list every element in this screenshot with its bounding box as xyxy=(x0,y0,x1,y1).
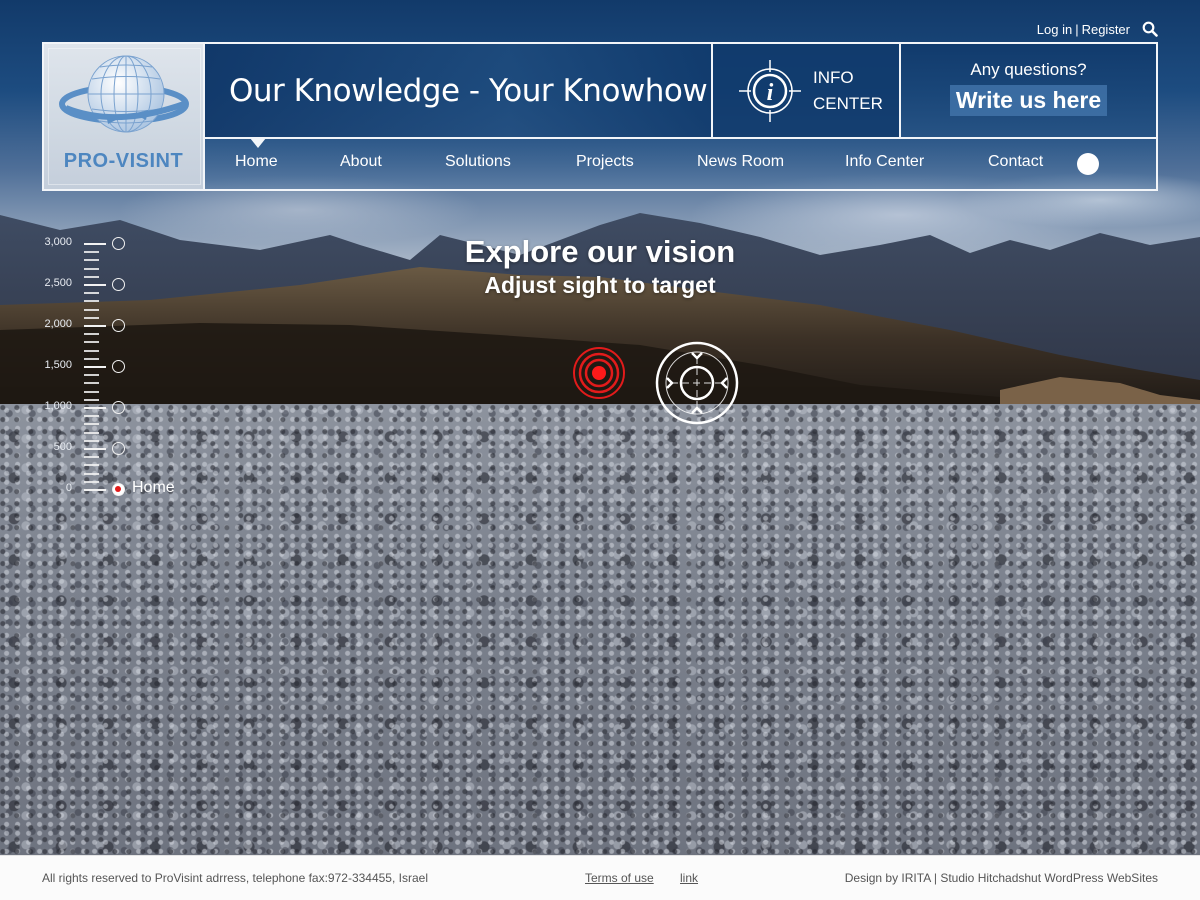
scale-label-500: 500 xyxy=(53,441,72,453)
scale-stop-1000[interactable] xyxy=(112,401,125,414)
target-icon[interactable] xyxy=(571,345,627,401)
altitude-scale: 3,000 2,500 2,000 1,500 1,000 500 0 Home xyxy=(30,236,200,498)
scale-current-label: Home xyxy=(132,479,175,496)
scale-minor-tick xyxy=(84,275,99,278)
logo-wordmark: Pro-Visint xyxy=(63,150,184,172)
register-link[interactable]: Register xyxy=(1082,22,1130,37)
scale-minor-tick xyxy=(84,333,99,336)
scale-major-tick xyxy=(84,448,106,450)
scale-major-tick xyxy=(84,243,106,245)
contact-cta-cell: Any questions? Write us here xyxy=(901,44,1156,139)
scale-minor-tick xyxy=(84,357,99,360)
nav-about[interactable]: About xyxy=(340,153,382,171)
scale-minor-tick xyxy=(84,456,99,459)
scale-minor-tick xyxy=(84,390,99,393)
scale-minor-tick xyxy=(84,415,99,418)
scale-stop-500[interactable] xyxy=(112,442,125,455)
main-navigation: Home About Solutions Projects News Room … xyxy=(205,138,1156,189)
scale-minor-tick xyxy=(84,431,99,434)
scale-minor-tick xyxy=(84,398,99,401)
info-crosshair-icon: i xyxy=(739,59,801,122)
site-logo[interactable]: Pro-Visint xyxy=(44,44,205,189)
scale-minor-tick xyxy=(84,349,99,352)
scale-stop-1500[interactable] xyxy=(112,360,125,373)
scale-major-tick xyxy=(84,325,106,327)
scale-minor-tick xyxy=(84,423,99,426)
write-us-button[interactable]: Write us here xyxy=(949,85,1108,116)
nav-solutions[interactable]: Solutions xyxy=(445,153,511,171)
scale-minor-tick xyxy=(84,308,99,311)
nav-info-center[interactable]: Info Center xyxy=(845,153,924,171)
scale-minor-tick xyxy=(84,300,99,303)
scale-major-tick xyxy=(84,489,106,491)
scale-minor-tick xyxy=(84,480,99,483)
globe-orbit-logo-icon xyxy=(59,55,189,133)
active-nav-indicator xyxy=(250,138,266,148)
nav-news-room[interactable]: News Room xyxy=(697,153,784,171)
linkedin-icon[interactable]: in xyxy=(1077,153,1099,175)
scale-major-tick xyxy=(84,407,106,409)
scale-stop-0-active[interactable] xyxy=(112,483,125,496)
scale-minor-tick xyxy=(84,341,99,344)
scale-minor-tick xyxy=(84,267,99,270)
nav-projects[interactable]: Projects xyxy=(576,153,634,171)
footer-copyright: All rights reserved to ProVisint adrress… xyxy=(42,871,428,885)
info-center-line2: CENTER xyxy=(813,93,883,113)
svg-text:i: i xyxy=(767,80,774,106)
scale-label-2500: 2,500 xyxy=(44,277,72,289)
login-register-separator: | xyxy=(1075,21,1079,37)
scale-minor-tick xyxy=(84,316,99,319)
scale-major-tick xyxy=(84,284,106,286)
search-icon[interactable] xyxy=(1142,21,1158,37)
login-link[interactable]: Log in xyxy=(1037,22,1072,37)
nav-home[interactable]: Home xyxy=(235,153,278,171)
contact-question: Any questions? xyxy=(970,60,1087,79)
scale-minor-tick xyxy=(84,382,99,385)
info-center-line1: INFO xyxy=(813,67,854,87)
scale-label-2000: 2,000 xyxy=(44,318,72,330)
terms-of-use-link[interactable]: Terms of use xyxy=(585,871,654,885)
scale-stop-2500[interactable] xyxy=(112,278,125,291)
scale-minor-tick xyxy=(84,374,99,377)
top-utility-bar: Log in | Register xyxy=(1037,21,1158,37)
scale-label-3000: 3,000 xyxy=(44,236,72,248)
sight-control-icon[interactable] xyxy=(655,341,739,425)
scale-minor-tick xyxy=(84,439,99,442)
scale-stop-3000[interactable] xyxy=(112,237,125,250)
site-tagline: Our Knowledge - Your Knowhow xyxy=(229,72,708,109)
scale-minor-tick xyxy=(84,259,99,262)
scale-minor-tick xyxy=(84,464,99,467)
site-header: Pro-Visint Our Knowledge - Your Knowhow … xyxy=(42,42,1158,191)
scale-minor-tick xyxy=(84,251,99,254)
scale-minor-tick xyxy=(84,292,99,295)
scale-label-1000: 1,000 xyxy=(44,400,72,412)
nav-contact[interactable]: Contact xyxy=(988,153,1043,171)
scale-label-1500: 1,500 xyxy=(44,359,72,371)
footer-link[interactable]: link xyxy=(680,871,698,885)
scale-label-0: 0 xyxy=(65,482,72,494)
scale-stop-2000[interactable] xyxy=(112,319,125,332)
tagline-cell: Our Knowledge - Your Knowhow xyxy=(205,44,711,139)
scale-major-tick xyxy=(84,366,106,368)
site-footer: All rights reserved to ProVisint adrress… xyxy=(0,855,1200,900)
info-center-button[interactable]: i INFO CENTER xyxy=(711,44,901,139)
scale-minor-tick xyxy=(84,472,99,475)
footer-credit: Design by IRITA | Studio Hitchadshut Wor… xyxy=(844,871,1158,885)
